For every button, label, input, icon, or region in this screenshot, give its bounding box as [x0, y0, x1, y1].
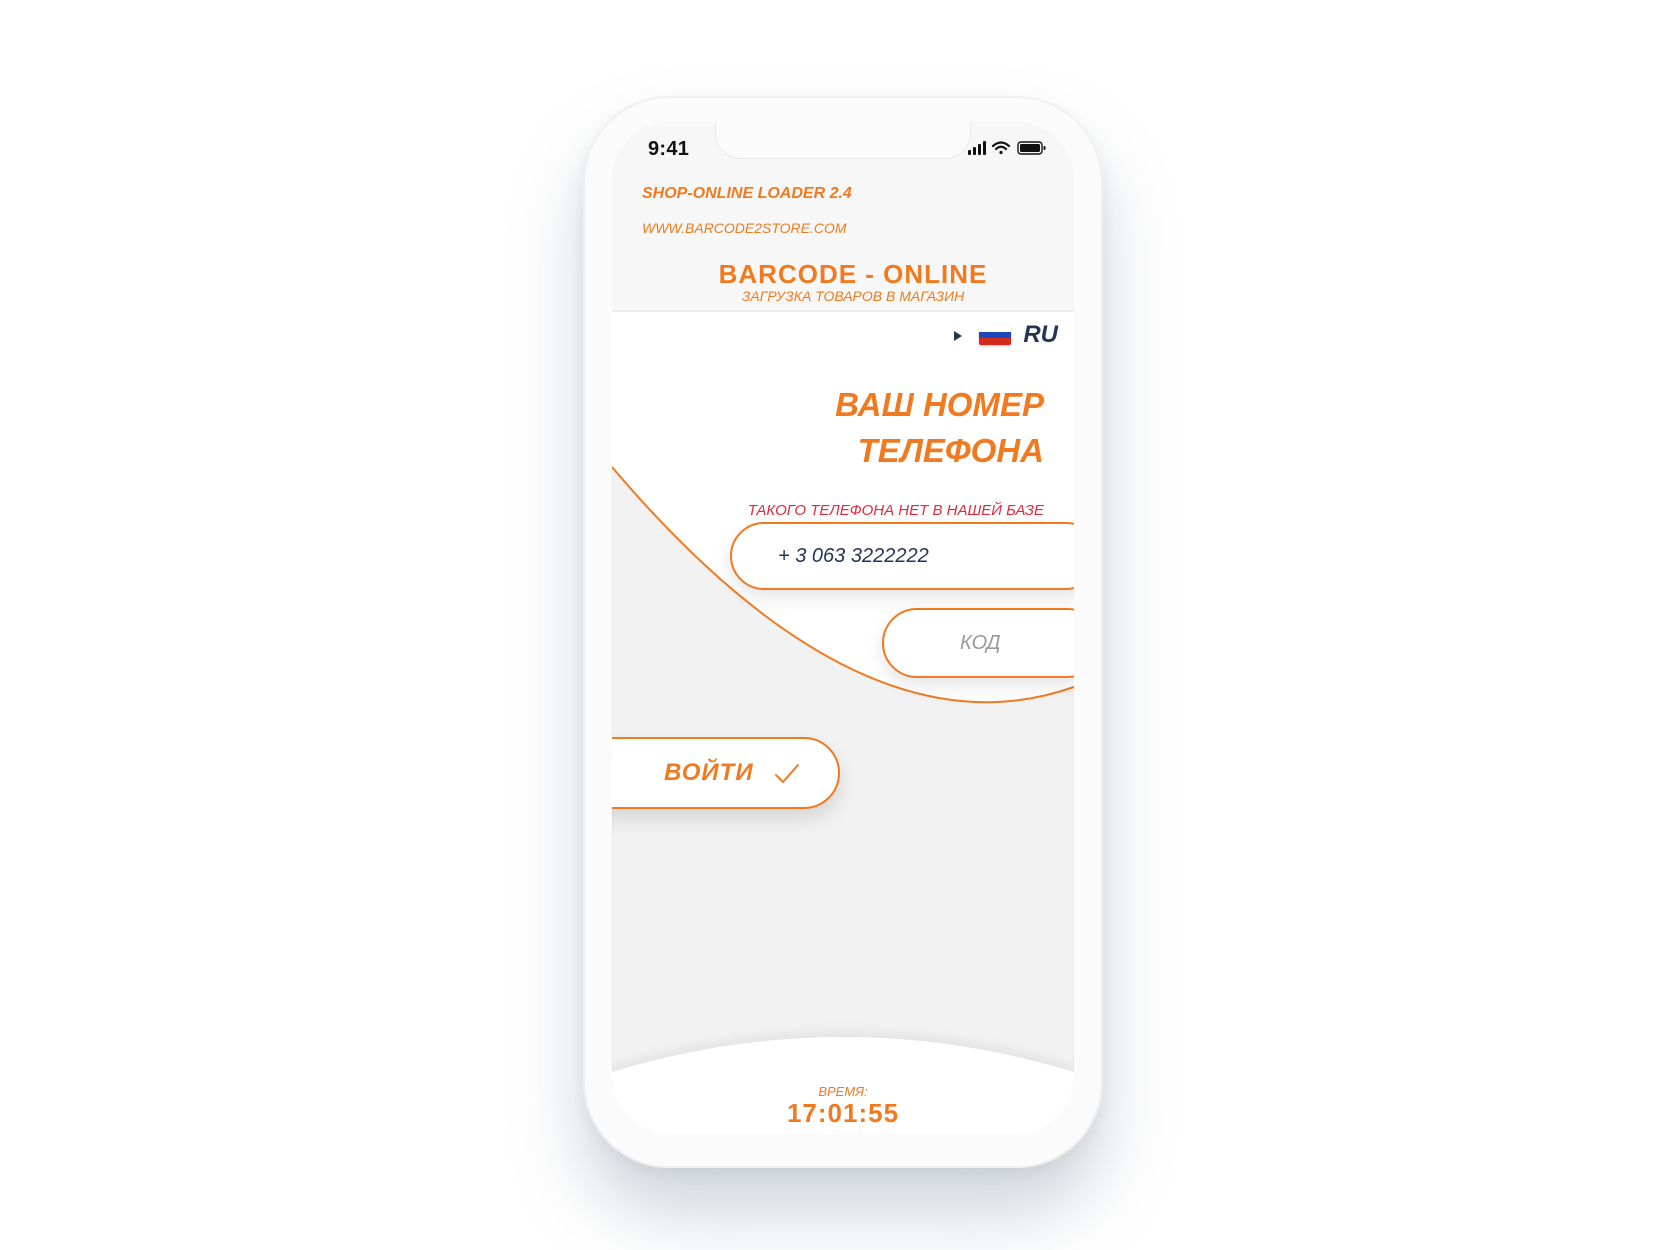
time-value: 17:01:55: [786, 1098, 900, 1128]
status-icons: [968, 141, 1046, 155]
app-screen: SHOP-ONLINE LOADER 2.4 WWW.BARCODE2STORE…: [612, 122, 1074, 1134]
time-label: ВРЕМЯ:: [818, 1084, 868, 1099]
battery-icon: [1017, 141, 1046, 155]
footer-panel: [612, 1037, 1074, 1134]
signal-icon: [968, 141, 986, 155]
status-time: 9:41: [648, 138, 690, 160]
device-notch: [715, 122, 971, 159]
wifi-icon: [991, 141, 1011, 155]
